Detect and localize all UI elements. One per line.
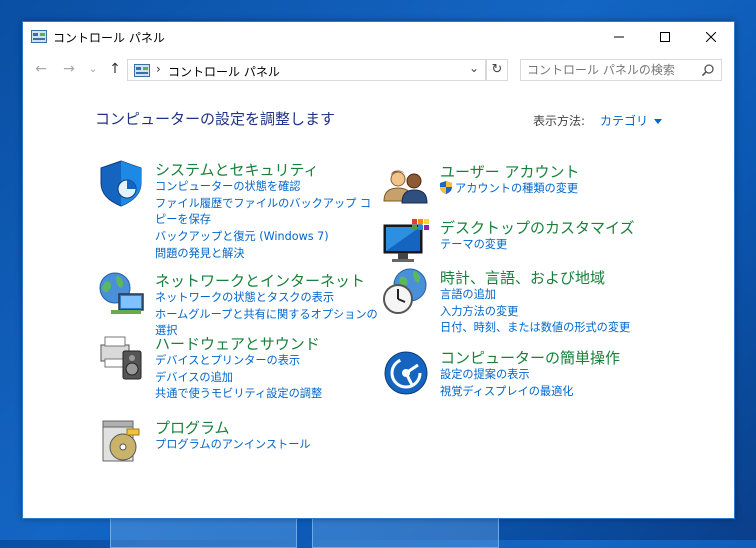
program-disc-icon[interactable] (97, 417, 145, 465)
view-by-dropdown[interactable]: カテゴリ (600, 112, 663, 129)
category-title[interactable]: プログラム (155, 417, 230, 438)
category-title[interactable]: システムとセキュリティ (155, 159, 319, 180)
shield-icon[interactable] (97, 159, 145, 207)
maximize-button[interactable] (642, 22, 688, 52)
category-link-label: アカウントの種類の変更 (455, 182, 579, 195)
category-link[interactable]: ネットワークの状態とタスクの表示 (155, 290, 379, 307)
category-link[interactable]: プログラムのアンインストール (155, 437, 373, 454)
maximize-icon (660, 32, 670, 42)
desktop-monitor-icon[interactable] (382, 217, 430, 265)
category-link[interactable]: 設定の提案の表示 (440, 367, 658, 384)
category-link[interactable]: 言語の追加 (440, 287, 658, 304)
category-link[interactable]: デバイスとプリンターの表示 (155, 353, 373, 370)
network-globe-icon[interactable] (97, 270, 145, 318)
category-title[interactable]: コンピューターの簡単操作 (440, 347, 620, 368)
users-icon[interactable] (382, 161, 430, 209)
close-icon (706, 32, 716, 42)
up-button[interactable]: ↑ (105, 59, 125, 79)
close-button[interactable] (688, 22, 734, 52)
recent-locations-button[interactable]: ⌄ (83, 59, 103, 79)
desktop-tile-left (110, 516, 297, 548)
window-title: コントロール パネル (53, 31, 165, 45)
address-bar[interactable]: › コントロール パネル ⌄ (127, 59, 486, 81)
breadcrumb-control-panel[interactable]: コントロール パネル (168, 63, 280, 80)
uac-shield-icon (440, 181, 452, 194)
category-link[interactable]: バックアップと復元 (Windows 7) (155, 229, 373, 246)
search-icon[interactable] (701, 63, 715, 77)
category-link[interactable]: 問題の発見と解決 (155, 246, 373, 263)
view-by-value: カテゴリ (600, 114, 649, 128)
category-link[interactable]: デバイスの追加 (155, 370, 373, 387)
minimize-icon (614, 36, 624, 38)
navigation-bar: ← → ⌄ ↑ › コントロール パネル ⌄ ↻ (23, 56, 734, 84)
control-panel-icon (31, 30, 47, 43)
back-button[interactable]: ← (31, 59, 51, 79)
dropdown-arrow-icon (654, 119, 663, 124)
category-title[interactable]: ハードウェアとサウンド (155, 333, 320, 354)
control-panel-window: コントロール パネル ← → ⌄ ↑ › コントロール パネル ⌄ ↻ コントロ… (22, 21, 735, 519)
desktop-tile-right (312, 516, 499, 548)
page-heading: コンピューターの設定を調整します (95, 110, 336, 128)
category-title[interactable]: 時計、言語、および地域 (440, 267, 605, 288)
category-link[interactable]: 視覚ディスプレイの最適化 (440, 384, 658, 401)
category-link[interactable]: 日付、時刻、または数値の形式の変更 (440, 320, 658, 337)
category-title[interactable]: ユーザー アカウント (440, 161, 579, 182)
address-dropdown-button[interactable]: ⌄ (469, 61, 479, 75)
clock-globe-icon[interactable] (382, 267, 430, 315)
title-bar[interactable]: コントロール パネル (23, 22, 734, 52)
category-link[interactable]: テーマの変更 (440, 237, 658, 254)
search-input[interactable] (520, 59, 722, 81)
minimize-button[interactable] (596, 22, 642, 52)
category-link[interactable]: コンピューターの状態を確認 (155, 179, 373, 196)
category-title[interactable]: ネットワークとインターネット (155, 270, 365, 291)
category-link[interactable]: ファイル履歴でファイルのバックアップ コピーを保存 (155, 196, 373, 229)
forward-button[interactable]: → (59, 59, 79, 79)
printer-speaker-icon[interactable] (97, 333, 145, 381)
category-title[interactable]: デスクトップのカスタマイズ (440, 217, 635, 238)
category-link[interactable]: 入力方法の変更 (440, 304, 658, 321)
category-link[interactable]: 共通で使うモビリティ設定の調整 (155, 386, 373, 403)
view-by-label: 表示方法: (533, 114, 586, 128)
breadcrumb-separator[interactable]: › (156, 62, 161, 76)
control-panel-icon (134, 64, 150, 77)
refresh-button[interactable]: ↻ (486, 59, 508, 81)
ease-of-access-icon[interactable] (382, 347, 430, 395)
category-link[interactable]: アカウントの種類の変更 (440, 181, 658, 198)
